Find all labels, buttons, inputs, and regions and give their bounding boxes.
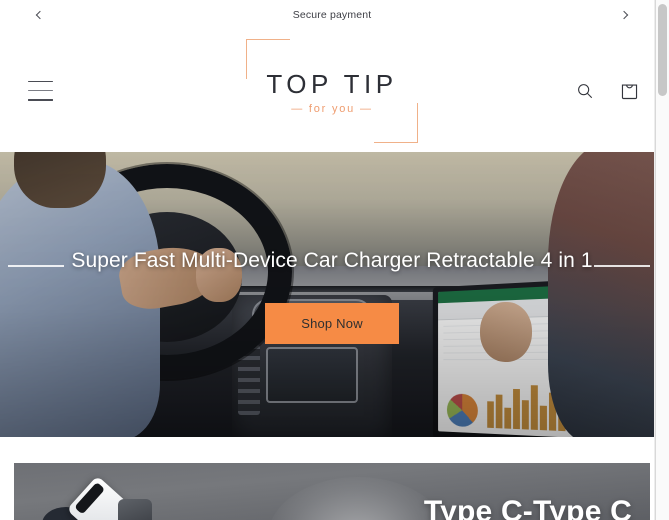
page-viewport: Secure payment TOP TIP — for you — Super…	[0, 0, 664, 520]
announcement-bar: Secure payment	[0, 0, 664, 29]
logo-tagline: — for you —	[291, 102, 373, 115]
menu-button[interactable]	[28, 80, 54, 101]
cart-button[interactable]	[616, 78, 642, 104]
header-actions	[572, 78, 642, 104]
hero-title: Super Fast Multi-Device Car Charger Retr…	[71, 249, 593, 272]
site-logo[interactable]: TOP TIP — for you —	[232, 37, 432, 145]
section-spacer	[0, 437, 664, 463]
promo-title: Type C-Type C	[423, 495, 632, 520]
hero-banner[interactable]: Super Fast Multi-Device Car Charger Retr…	[0, 152, 664, 437]
promo-banner[interactable]: Type C-Type C	[14, 463, 650, 520]
announcement-text: Secure payment	[292, 8, 372, 21]
announcement-prev-button[interactable]	[26, 2, 52, 28]
logo-name: TOP TIP	[266, 68, 398, 99]
shop-now-button[interactable]: Shop Now	[265, 303, 399, 345]
site-header: TOP TIP — for you —	[0, 29, 664, 152]
announcement-next-button[interactable]	[612, 2, 638, 28]
shopping-bag-icon	[621, 83, 637, 99]
chevron-left-icon	[35, 10, 45, 19]
scrollbar-thumb[interactable]	[658, 4, 667, 96]
search-icon	[578, 83, 593, 98]
promo-cable-head	[118, 499, 152, 520]
hamburger-menu-icon-bar	[28, 89, 53, 92]
hamburger-menu-icon-bar	[28, 98, 53, 101]
hamburger-menu-icon-bar	[28, 80, 53, 83]
promo-light-glow	[268, 477, 449, 520]
chevron-right-icon	[619, 10, 629, 19]
hero-content: Super Fast Multi-Device Car Charger Retr…	[0, 248, 664, 345]
browser-page: Secure payment TOP TIP — for you — Super…	[0, 0, 669, 520]
search-button[interactable]	[572, 78, 598, 104]
